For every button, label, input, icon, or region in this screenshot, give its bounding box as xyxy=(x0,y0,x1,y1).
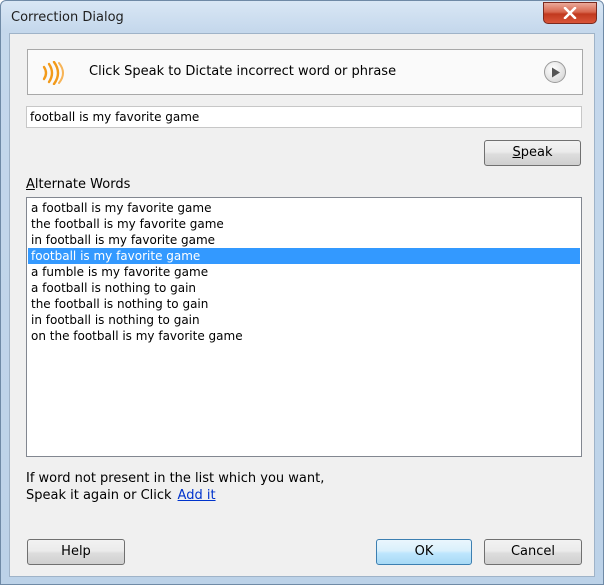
speak-instruction-panel: Click Speak to Dictate incorrect word or… xyxy=(27,49,583,95)
hint-line-1: If word not present in the list which yo… xyxy=(26,471,325,486)
alternate-word-item[interactable]: the football is nothing to gain xyxy=(28,296,580,312)
alternate-word-item[interactable]: a football is nothing to gain xyxy=(28,280,580,296)
alternate-word-item[interactable]: football is my favorite game xyxy=(28,248,580,264)
alternate-word-item[interactable]: a football is my favorite game xyxy=(28,200,580,216)
speak-instruction-text: Click Speak to Dictate incorrect word or… xyxy=(89,64,397,79)
speak-button-label: peak xyxy=(520,145,553,160)
alternate-word-item[interactable]: in football is nothing to gain xyxy=(28,312,580,328)
recognized-text-field[interactable]: football is my favorite game xyxy=(26,106,582,128)
alternate-words-label: Alternate Words xyxy=(26,177,131,192)
speak-button[interactable]: Speak xyxy=(484,140,581,166)
window-title: Correction Dialog xyxy=(11,10,124,25)
speaker-icon xyxy=(42,61,64,85)
close-button[interactable] xyxy=(543,2,597,24)
dialog-client-area: Click Speak to Dictate incorrect word or… xyxy=(9,33,595,577)
alternate-word-item[interactable]: on the football is my favorite game xyxy=(28,328,580,344)
add-it-link[interactable]: Add it xyxy=(178,488,216,503)
alternate-word-item[interactable]: the football is my favorite game xyxy=(28,216,580,232)
correction-dialog-window: Correction Dialog Click Speak to Dictate… xyxy=(0,0,604,585)
ok-button[interactable]: OK xyxy=(376,539,472,565)
title-bar[interactable]: Correction Dialog xyxy=(1,1,603,33)
add-word-hint: If word not present in the list which yo… xyxy=(26,470,324,504)
cancel-button[interactable]: Cancel xyxy=(484,539,582,565)
alternate-word-item[interactable]: in football is my favorite game xyxy=(28,232,580,248)
close-icon xyxy=(563,7,577,19)
alternate-word-item[interactable]: a fumble is my favorite game xyxy=(28,264,580,280)
help-button[interactable]: Help xyxy=(27,539,125,565)
hint-line-2: Speak it again or Click Add it xyxy=(26,488,216,503)
alternate-words-list[interactable]: a football is my favorite game the footba… xyxy=(26,197,582,457)
speak-button-mnemonic: S xyxy=(512,145,521,160)
play-icon xyxy=(552,67,560,78)
play-button[interactable] xyxy=(544,61,566,83)
